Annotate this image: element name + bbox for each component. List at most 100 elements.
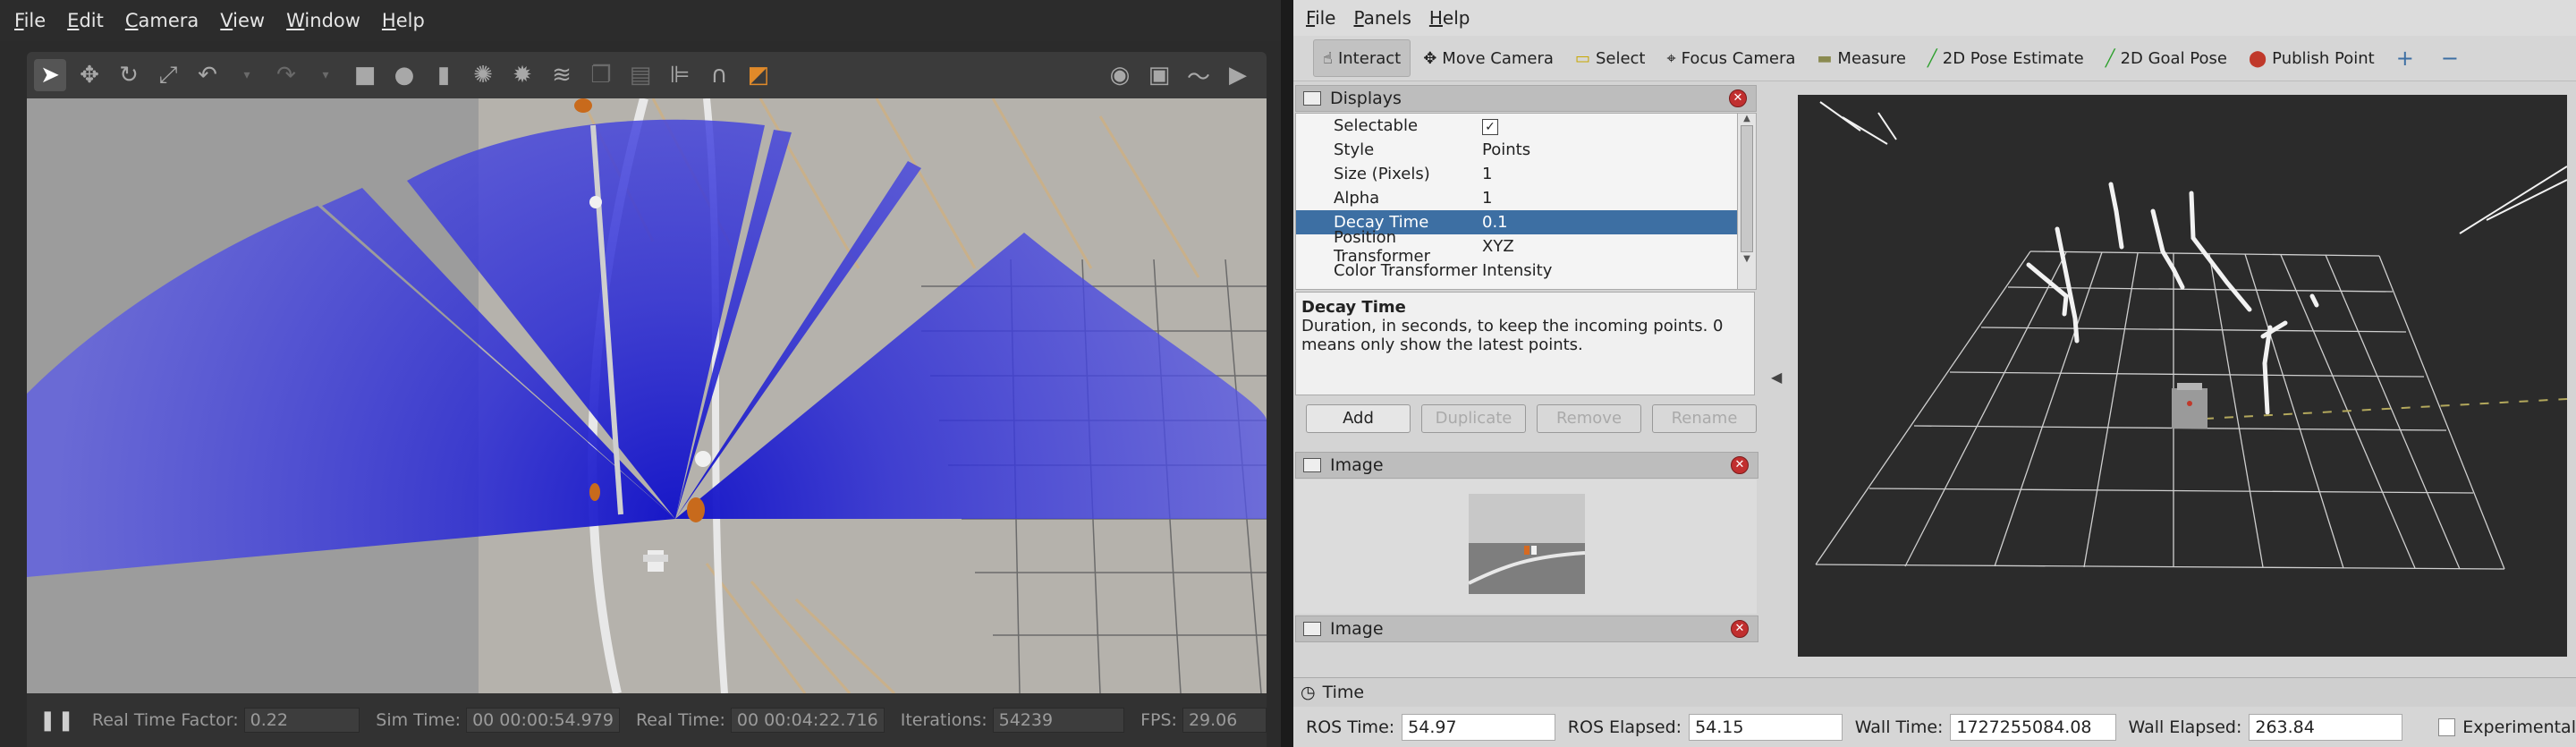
scroll-down-icon[interactable]: ▼ <box>1738 254 1756 264</box>
ros-elapsed-label: ROS Elapsed: <box>1567 717 1682 737</box>
rotate-mode-icon[interactable]: ↻ <box>113 59 145 91</box>
close-icon[interactable]: ✕ <box>1729 89 1747 107</box>
scrollbar-thumb[interactable] <box>1741 125 1753 252</box>
property-row[interactable]: Selectable ✓ <box>1296 114 1738 138</box>
rviz-menubar: File Panels Help <box>1293 0 2576 36</box>
green-arrow-icon: ╱ <box>1927 48 1937 68</box>
property-name: Position Transformer <box>1334 227 1431 266</box>
menu-help[interactable]: Help <box>382 10 425 31</box>
publish-point-tool-button[interactable]: ⬤ Publish Point <box>2240 40 2384 76</box>
property-value[interactable]: Points <box>1479 140 1738 159</box>
pause-icon[interactable]: ❚❚ <box>39 709 76 732</box>
experimental-checkbox[interactable] <box>2437 717 2456 736</box>
log-icon[interactable]: ▣ <box>1143 59 1175 91</box>
focus-camera-tool-button[interactable]: ⌖ Focus Camera <box>1657 40 1804 76</box>
property-value[interactable]: XYZ <box>1479 237 1738 256</box>
menu-edit[interactable]: Edit <box>67 10 104 31</box>
add-button[interactable]: Add <box>1306 404 1411 433</box>
property-value[interactable]: 1 <box>1479 189 1738 208</box>
sim-time-label: Sim Time: <box>376 710 462 730</box>
pose-estimate-tool-button[interactable]: ╱ 2D Pose Estimate <box>1919 40 2093 76</box>
screenshot-icon[interactable]: ◉ <box>1104 59 1136 91</box>
sphere-shape-icon[interactable]: ● <box>388 59 420 91</box>
pose-estimate-label: 2D Pose Estimate <box>1942 48 2084 68</box>
focus-camera-label: Focus Camera <box>1681 48 1796 68</box>
property-row[interactable]: Style Points <box>1296 138 1738 162</box>
property-row[interactable]: Alpha 1 <box>1296 186 1738 210</box>
close-icon[interactable]: ✕ <box>1731 456 1749 474</box>
gazebo-3d-viewport[interactable] <box>27 98 1267 693</box>
goal-pose-tool-button[interactable]: ╱ 2D Goal Pose <box>2097 40 2236 76</box>
map-pin-icon: ⬤ <box>2249 48 2267 68</box>
properties-scrollbar[interactable]: ▲ ▼ <box>1737 113 1757 290</box>
rviz-menu-file[interactable]: File <box>1306 7 1335 29</box>
ros-time-label: ROS Time: <box>1306 717 1395 737</box>
cylinder-shape-icon[interactable]: ▮ <box>428 59 460 91</box>
property-row[interactable]: Size (Pixels) 1 <box>1296 162 1738 186</box>
plot-icon[interactable]: 〜 <box>1182 59 1215 91</box>
close-icon[interactable]: ✕ <box>1731 620 1749 638</box>
snap-icon[interactable]: ∩ <box>703 59 735 91</box>
sim-time-value: 00 00:00:54.979 <box>466 708 620 733</box>
image-panel-2-body <box>1295 642 1757 675</box>
crosshair-icon: ⌖ <box>1666 48 1676 68</box>
checkbox[interactable]: ✓ <box>1479 116 1738 135</box>
undo-icon[interactable]: ↶ <box>191 59 224 91</box>
add-tool-button[interactable]: + <box>2387 40 2428 76</box>
rviz-menu-help[interactable]: Help <box>1429 7 1470 29</box>
displays-panel-header: Displays ✕ <box>1295 85 1757 112</box>
menu-file[interactable]: File <box>14 10 46 31</box>
point-light-icon[interactable]: ✺ <box>467 59 499 91</box>
rtf-label: Real Time Factor: <box>91 710 239 730</box>
copy-icon[interactable]: ❐ <box>585 59 617 91</box>
view-angle-icon[interactable]: ◩ <box>742 59 775 91</box>
select-mode-icon[interactable]: ➤ <box>34 59 66 91</box>
move-camera-label: Move Camera <box>1442 48 1554 68</box>
property-row[interactable]: Position Transformer XYZ <box>1296 228 1738 266</box>
interact-tool-button[interactable]: ☝ Interact <box>1313 39 1411 77</box>
selectable-check[interactable]: ✓ <box>1482 119 1498 135</box>
measure-tool-button[interactable]: ▬ Measure <box>1808 40 1915 76</box>
real-time-value: 00 00:04:22.716 <box>730 708 885 733</box>
align-icon[interactable]: ⊫ <box>664 59 696 91</box>
displays-button-row: Add Duplicate Remove Rename <box>1295 399 1757 438</box>
window-divider <box>1281 0 1293 747</box>
minus-icon: − <box>2440 46 2459 71</box>
rviz-window: File Panels Help ☝ Interact ✥ Move Camer… <box>1293 0 2576 747</box>
undo-dropdown-icon[interactable]: ▾ <box>231 59 263 91</box>
rviz-3d-view[interactable] <box>1798 95 2567 657</box>
scale-mode-icon[interactable]: ⤢ <box>152 59 184 91</box>
redo-icon[interactable]: ↷ <box>270 59 302 91</box>
duplicate-button[interactable]: Duplicate <box>1421 404 1526 433</box>
property-name: Alpha <box>1334 189 1380 208</box>
select-box-icon: ▭ <box>1574 48 1590 68</box>
menu-camera[interactable]: Camera <box>125 10 199 31</box>
property-value[interactable]: 1 <box>1479 165 1738 183</box>
property-value[interactable]: Intensity <box>1479 261 1738 280</box>
rviz-menu-panels[interactable]: Panels <box>1353 7 1411 29</box>
remove-tool-button[interactable]: − <box>2432 40 2473 76</box>
property-description: Decay Time Duration, in seconds, to keep… <box>1295 292 1755 395</box>
goal-arrow-icon: ╱ <box>2105 48 2115 68</box>
box-shape-icon[interactable]: ■ <box>349 59 381 91</box>
spot-light-icon[interactable]: ✹ <box>506 59 538 91</box>
select-label: Select <box>1595 48 1646 68</box>
translate-mode-icon[interactable]: ✥ <box>73 59 106 91</box>
property-value[interactable]: 0.1 <box>1479 213 1738 232</box>
move-camera-tool-button[interactable]: ✥ Move Camera <box>1414 40 1563 76</box>
collapse-left-icon[interactable]: ◀ <box>1771 369 1782 386</box>
property-row[interactable]: Color Transformer Intensity <box>1296 259 1738 283</box>
rename-button[interactable]: Rename <box>1652 404 1757 433</box>
remove-button[interactable]: Remove <box>1537 404 1641 433</box>
camera-image-render <box>1469 494 1585 594</box>
paste-icon[interactable]: ▤ <box>624 59 657 91</box>
menu-window[interactable]: Window <box>286 10 360 31</box>
panel-window-icon <box>1303 91 1321 106</box>
scroll-up-icon[interactable]: ▲ <box>1738 114 1756 123</box>
video-record-icon[interactable]: ▶ <box>1222 59 1254 91</box>
redo-dropdown-icon[interactable]: ▾ <box>309 59 342 91</box>
directional-light-icon[interactable]: ≋ <box>546 59 578 91</box>
select-tool-button[interactable]: ▭ Select <box>1566 40 1655 76</box>
menu-view[interactable]: View <box>220 10 265 31</box>
fps-label: FPS: <box>1140 710 1177 730</box>
